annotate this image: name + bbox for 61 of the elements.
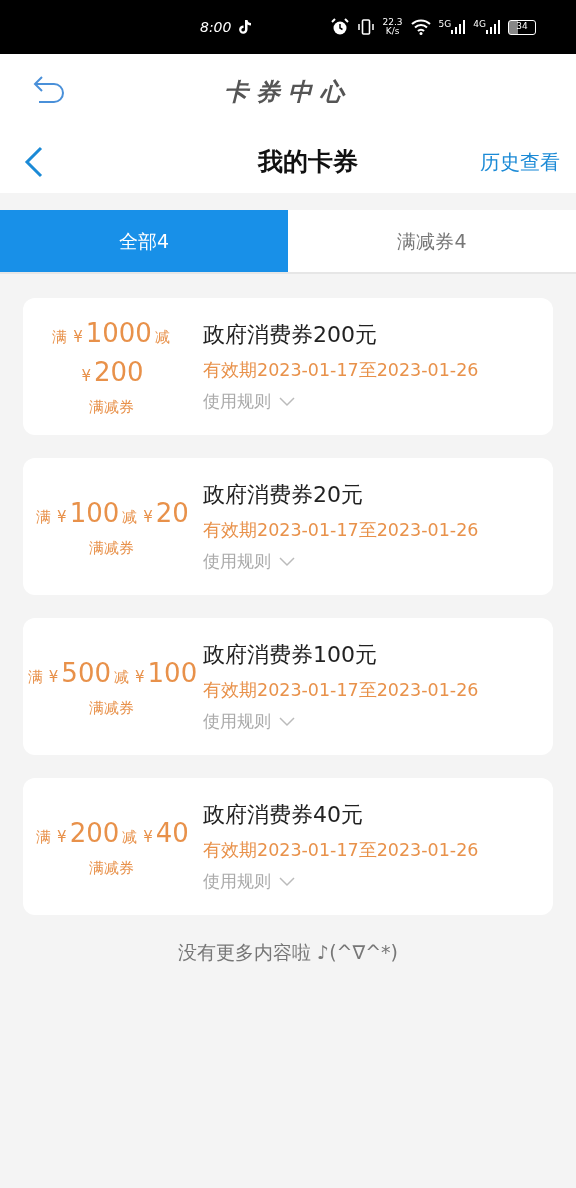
clock: 8:00 xyxy=(200,17,232,37)
coupon-name: 政府消费券20元 xyxy=(203,481,364,510)
chevron-icon xyxy=(279,877,295,888)
coupon-type: 满减券 xyxy=(88,697,134,719)
coupon-text: 满 xyxy=(36,826,52,848)
speed-unit: K/s xyxy=(384,27,401,36)
network-type: 5G xyxy=(438,20,452,29)
music-note-icon xyxy=(239,20,252,34)
coupon-text: 减 xyxy=(122,506,138,528)
coupon-text: 减 xyxy=(122,826,138,848)
chevron-icon xyxy=(279,557,295,568)
coupon-type: 满减券 xyxy=(88,857,134,879)
history-link[interactable]: 历史查看 xyxy=(480,146,560,177)
discount-amount: 200 xyxy=(93,356,144,390)
page-title: 我的卡券 xyxy=(258,146,358,176)
rules-toggle[interactable]: 使用规则 xyxy=(203,549,295,575)
validity-period: 有效期2023-01-17至2023-01-26 xyxy=(203,679,479,703)
threshold-amount: 100 xyxy=(69,496,120,530)
coupon-name: 政府消费券100元 xyxy=(203,641,378,670)
chevron-icon xyxy=(279,397,295,408)
currency-sign: ¥ xyxy=(48,666,59,688)
rules-toggle[interactable]: 使用规则 xyxy=(203,709,295,735)
chevron-icon xyxy=(279,717,295,728)
validity-period: 有效期2023-01-17至2023-01-26 xyxy=(203,359,479,383)
network-type: 4G xyxy=(473,20,486,29)
discount-amount: 20 xyxy=(155,496,189,530)
coupon-type: 满减券 xyxy=(88,397,134,419)
alarm-icon xyxy=(330,18,349,36)
signal-icon xyxy=(451,20,466,34)
vibrate-icon xyxy=(356,18,375,36)
coupon-name: 政府消费券200元 xyxy=(203,321,378,350)
speed-reading: 22.3 xyxy=(382,18,403,27)
validity-period: 有效期2023-01-17至2023-01-26 xyxy=(203,519,479,543)
end-of-list-note: 没有更多内容啦 ♪(^∇^*) xyxy=(177,941,398,963)
currency-sign: ¥ xyxy=(143,826,153,848)
coupon-text: 满 xyxy=(36,506,52,528)
coupon-name: 政府消费券40元 xyxy=(203,801,364,830)
rules-toggle[interactable]: 使用规则 xyxy=(203,389,295,415)
threshold-amount: 500 xyxy=(61,656,111,690)
currency-sign: ¥ xyxy=(57,506,67,528)
tab[interactable]: 全部4 xyxy=(0,210,288,272)
coupon-text: 减 xyxy=(154,327,170,349)
currency-sign: ¥ xyxy=(81,366,91,388)
rules-toggle[interactable]: 使用规则 xyxy=(203,869,295,895)
coupon-text: 满 xyxy=(52,327,68,349)
currency-sign: ¥ xyxy=(135,666,145,688)
currency-sign: ¥ xyxy=(57,826,67,848)
wifi-icon xyxy=(410,19,431,35)
validity-period: 有效期2023-01-17至2023-01-26 xyxy=(203,839,479,863)
battery-level: 34 xyxy=(508,19,536,35)
signal-icon xyxy=(486,20,500,34)
threshold-amount: 200 xyxy=(69,816,120,850)
coupon-text: 满 xyxy=(27,666,43,688)
app-title: 卡券中心 xyxy=(224,76,352,108)
discount-amount: 40 xyxy=(155,816,189,850)
currency-sign: ¥ xyxy=(73,327,83,349)
discount-amount: 100 xyxy=(147,656,198,690)
currency-sign: ¥ xyxy=(143,506,153,528)
coupon-type: 满减券 xyxy=(88,537,134,559)
threshold-amount: 1000 xyxy=(85,317,152,351)
coupon-text: 减 xyxy=(114,666,129,688)
